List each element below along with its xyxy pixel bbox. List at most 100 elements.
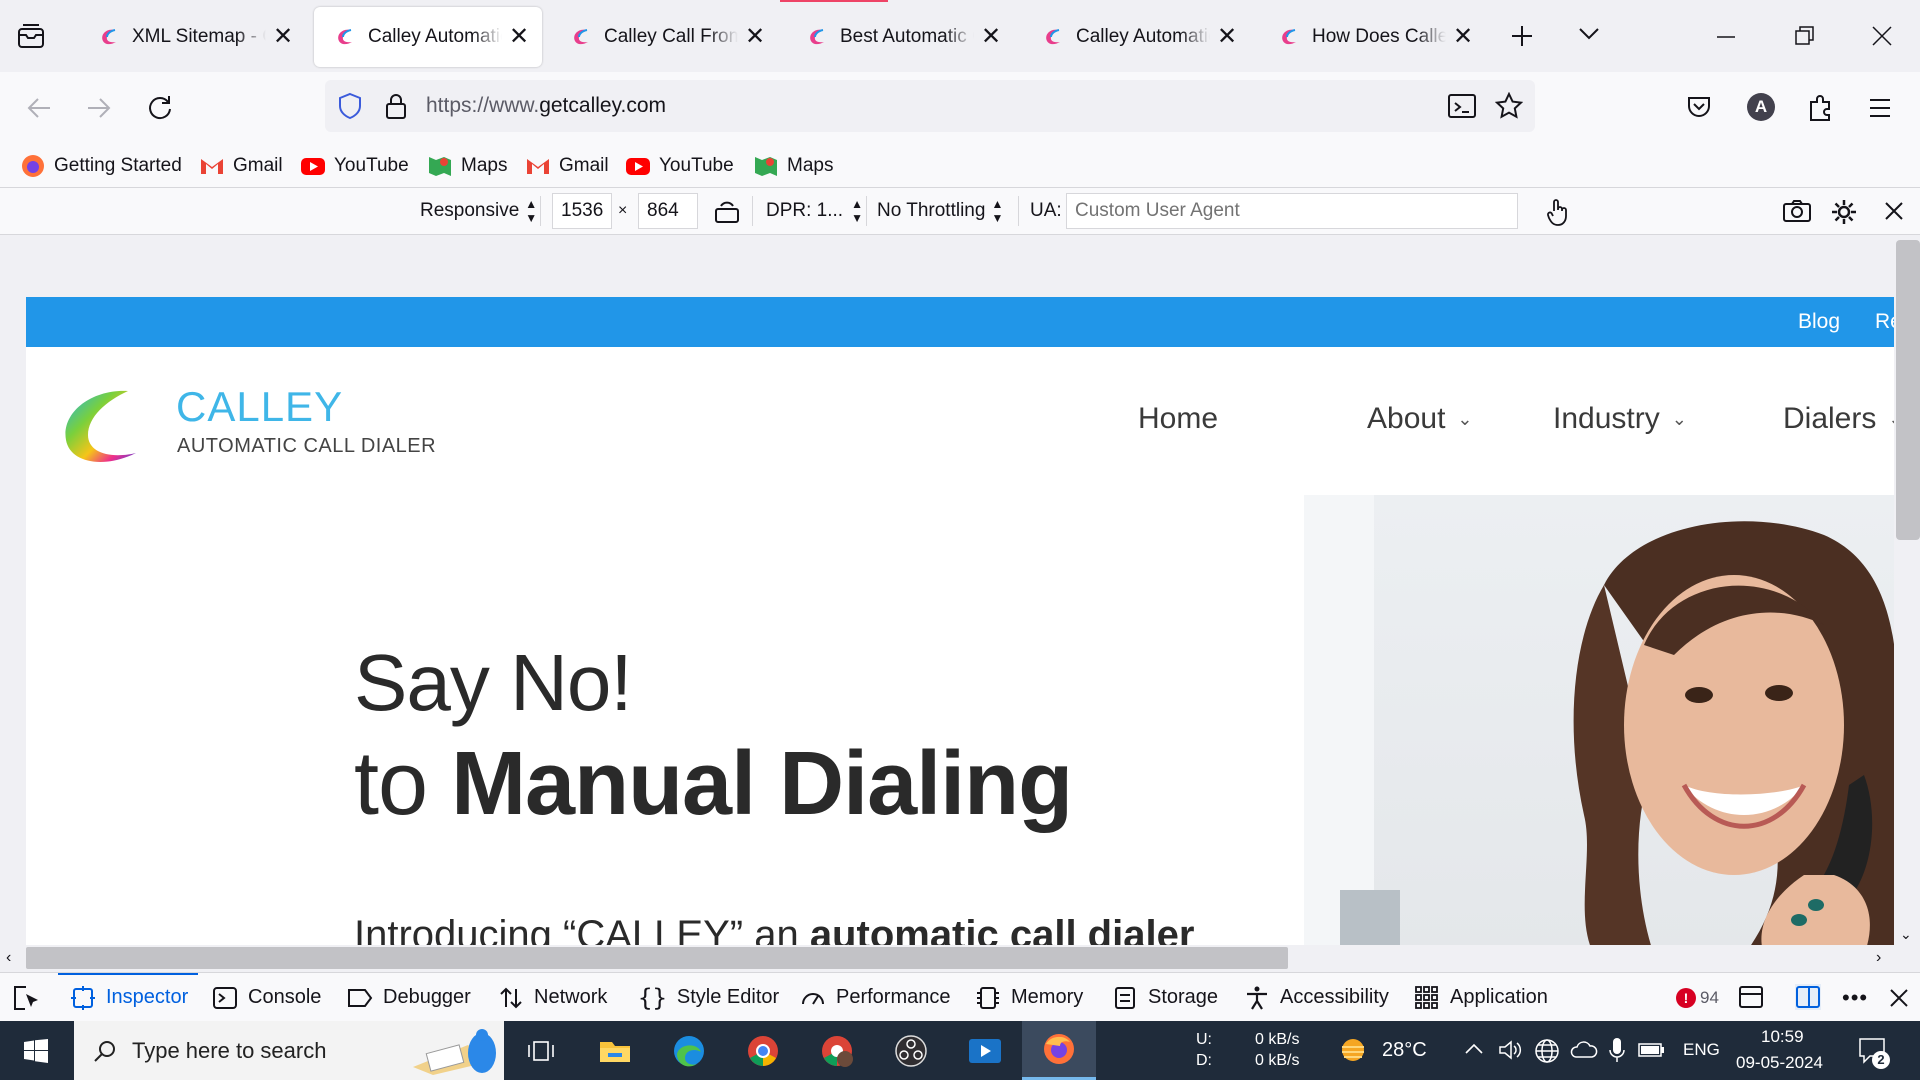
forward-icon[interactable] (86, 96, 112, 120)
app-menu-icon[interactable] (1868, 98, 1892, 118)
bookmark-item[interactable]: Gmail (199, 152, 283, 180)
extensions-icon[interactable] (1807, 94, 1833, 122)
clock-date[interactable]: 09-05-2024 (1736, 1053, 1823, 1073)
top-link-truncated[interactable]: Re (1875, 310, 1894, 334)
edge-browser-icon[interactable] (652, 1021, 726, 1080)
back-icon[interactable] (26, 96, 52, 120)
viewport-width-input[interactable]: 1536 (552, 193, 612, 229)
bookmark-item[interactable]: Maps (427, 152, 507, 180)
viewport-height-input[interactable]: 864 (638, 193, 698, 229)
bookmark-item[interactable]: YouTube (300, 152, 409, 180)
calley-logo-icon[interactable] (56, 385, 146, 469)
url-bar[interactable]: https://www.getcalley.com (325, 80, 1535, 132)
minimize-icon[interactable] (1717, 35, 1737, 39)
weather-temperature[interactable]: 28°C (1382, 1039, 1427, 1062)
device-selector[interactable]: Responsive ▲ ▼ (420, 188, 537, 234)
pocket-icon[interactable] (1686, 94, 1712, 120)
task-view-icon[interactable] (504, 1021, 578, 1080)
more-options-icon[interactable]: ••• (1842, 985, 1868, 1011)
hero-section (26, 495, 1304, 945)
browser-tab[interactable]: Calley Automatic Call Dialer ✕ (1022, 7, 1250, 67)
account-avatar[interactable]: A (1747, 93, 1775, 121)
bookmark-item[interactable]: Maps (753, 152, 833, 180)
microphone-icon[interactable] (1608, 1036, 1626, 1064)
tab-network[interactable]: Network (498, 973, 607, 1022)
split-console-icon[interactable] (1738, 985, 1764, 1009)
tab-close-icon[interactable]: ✕ (1216, 25, 1238, 49)
tab-performance[interactable]: Performance (800, 973, 951, 1022)
dpr-selector[interactable]: DPR: 1... ▲ ▼ (766, 188, 863, 234)
url-text[interactable]: https://www.getcalley.com (426, 94, 666, 118)
window-close-icon[interactable] (1872, 26, 1892, 46)
onedrive-cloud-icon[interactable] (1570, 1039, 1598, 1061)
dock-side-icon[interactable] (1794, 983, 1822, 1011)
tab-memory[interactable]: Memory (975, 973, 1083, 1022)
element-picker-icon[interactable] (12, 985, 40, 1011)
vertical-scrollbar-thumb[interactable] (1896, 240, 1920, 540)
browser-tab-active[interactable]: Calley Automatic Call Dialer ✕ (314, 7, 542, 67)
bookmark-item[interactable]: Getting Started (20, 152, 182, 180)
scroll-right-arrow-icon[interactable]: › (1876, 949, 1881, 967)
nav-industry[interactable]: Industry ⌄ (1553, 402, 1687, 436)
updown-icon: ▲ ▼ (991, 197, 1004, 225)
throttling-selector[interactable]: No Throttling ▲ ▼ (877, 188, 1003, 234)
obs-studio-icon[interactable] (874, 1021, 948, 1080)
firefox-view-icon[interactable] (16, 22, 46, 50)
user-agent-input[interactable]: Custom User Agent (1066, 193, 1518, 229)
show-hidden-icons-chevron-icon[interactable] (1464, 1041, 1484, 1055)
close-rdm-icon[interactable] (1885, 202, 1903, 220)
settings-gear-icon[interactable] (1830, 198, 1858, 226)
bookmark-star-icon[interactable] (1495, 92, 1523, 120)
windows-start-icon[interactable] (24, 1039, 48, 1063)
media-player-icon[interactable] (948, 1021, 1022, 1080)
browser-tab[interactable]: How Does Calley Work ✕ (1258, 7, 1486, 67)
nav-dialers[interactable]: Dialers⌄ (1783, 402, 1894, 436)
scroll-left-arrow-icon[interactable]: ‹ (6, 949, 11, 967)
file-explorer-icon[interactable] (578, 1021, 652, 1080)
touch-simulation-icon[interactable] (1545, 197, 1571, 227)
browser-tab[interactable]: Best Automatic Call Dialer ✕ (786, 7, 1014, 67)
browser-tab[interactable]: Calley Call From Excel ✕ (550, 7, 778, 67)
scroll-down-arrow-icon[interactable]: ⌄ (1900, 926, 1912, 943)
tab-close-icon[interactable]: ✕ (272, 25, 294, 49)
tab-close-icon[interactable]: ✕ (508, 25, 530, 49)
reload-icon[interactable] (146, 94, 174, 122)
lock-icon[interactable] (385, 92, 407, 120)
list-all-tabs-icon[interactable] (1578, 26, 1600, 42)
tab-inspector[interactable]: Inspector (57, 973, 199, 1022)
blog-link[interactable]: Blog (1798, 310, 1840, 334)
horizontal-scrollbar-thumb[interactable] (26, 947, 1288, 969)
clock-time[interactable]: 10:59 (1761, 1027, 1804, 1047)
error-count-badge[interactable]: ! 94 (1676, 973, 1719, 1022)
tab-storage[interactable]: Storage (1112, 973, 1218, 1022)
network-globe-icon[interactable] (1534, 1038, 1560, 1064)
taskbar-search-box[interactable]: Type here to search (74, 1021, 504, 1080)
tab-console[interactable]: Console (212, 973, 321, 1022)
screenshot-camera-icon[interactable] (1782, 199, 1812, 223)
restore-icon[interactable] (1795, 26, 1815, 46)
weather-sun-icon[interactable] (1336, 1035, 1370, 1065)
firefox-taskbar-icon[interactable] (1022, 1021, 1096, 1080)
tracking-protection-shield-icon[interactable] (337, 92, 363, 120)
close-devtools-icon[interactable] (1890, 989, 1908, 1007)
speaker-volume-icon[interactable] (1498, 1038, 1522, 1062)
chrome-icon[interactable] (726, 1021, 800, 1080)
tab-accessibility[interactable]: Accessibility (1244, 973, 1389, 1022)
new-tab-icon[interactable] (1510, 24, 1534, 48)
tab-debugger[interactable]: Debugger (347, 973, 471, 1022)
language-indicator[interactable]: ENG (1683, 1040, 1720, 1060)
tab-close-icon[interactable]: ✕ (1452, 25, 1474, 49)
tab-close-icon[interactable]: ✕ (744, 25, 766, 49)
tab-application[interactable]: Application (1414, 973, 1548, 1022)
rotate-viewport-icon[interactable] (713, 197, 741, 225)
bookmark-item[interactable]: Gmail (525, 152, 609, 180)
reader-view-icon[interactable] (1447, 93, 1477, 119)
chrome-profile-icon[interactable] (800, 1021, 874, 1080)
nav-home[interactable]: Home (1138, 402, 1218, 436)
browser-tab[interactable]: XML Sitemap - Calley ✕ (78, 7, 306, 67)
bookmark-item[interactable]: YouTube (625, 152, 734, 180)
nav-about[interactable]: About ⌄ (1367, 402, 1473, 436)
tab-close-icon[interactable]: ✕ (980, 25, 1002, 49)
battery-icon[interactable] (1638, 1041, 1666, 1059)
tab-style-editor[interactable]: {} Style Editor (638, 973, 779, 1022)
